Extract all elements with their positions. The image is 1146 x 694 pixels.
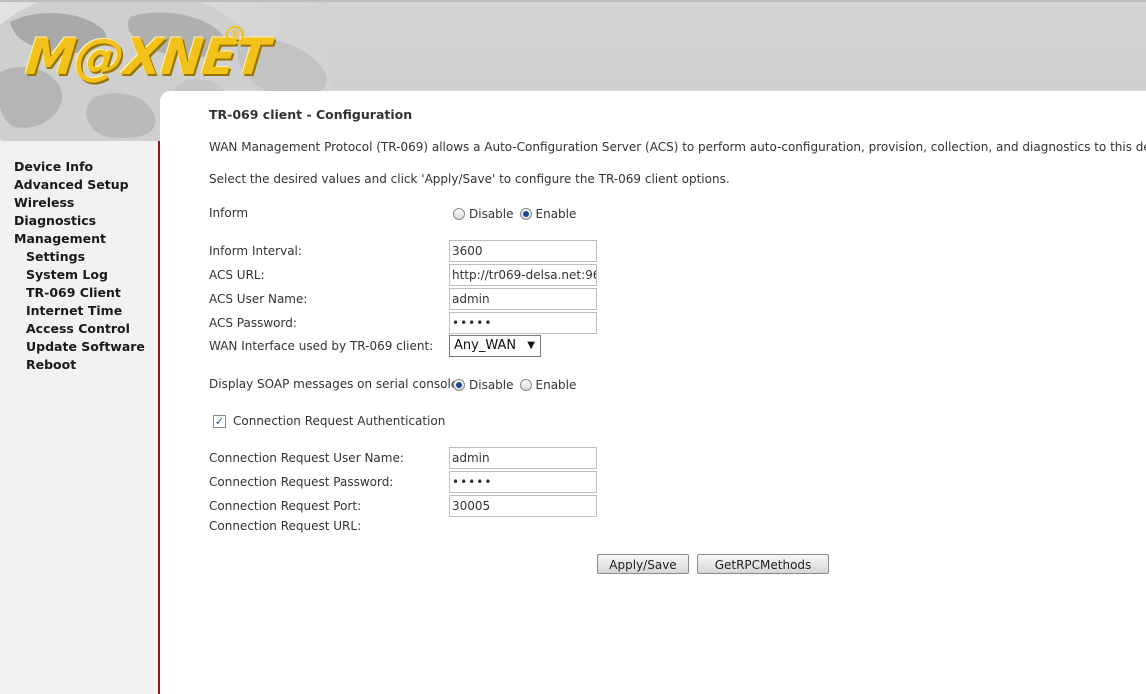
soap-enable-label: Enable [535, 378, 577, 392]
acs-user-label: ACS User Name: [209, 292, 308, 306]
conn-auth-checkbox[interactable]: ✓ [213, 415, 226, 428]
inform-disable-radio[interactable] [453, 208, 465, 220]
conn-password-input[interactable]: ••••• [449, 471, 597, 493]
header: M@XNET ® [0, 0, 1146, 151]
soap-enable-radio[interactable] [519, 379, 532, 391]
inform-interval-input[interactable]: 3600 [449, 240, 597, 262]
sidebar-item-reboot[interactable]: Reboot [0, 356, 145, 374]
wan-interface-label: WAN Interface used by TR-069 client: [209, 339, 434, 353]
sidebar-item-access-control[interactable]: Access Control [0, 320, 145, 338]
conn-url-label: Connection Request URL: [209, 519, 362, 533]
conn-user-label: Connection Request User Name: [209, 451, 404, 465]
sidebar-item-tr069-client[interactable]: TR-069 Client [0, 284, 145, 302]
inform-enable-label: Enable [535, 207, 577, 221]
inform-interval-label: Inform Interval: [209, 244, 302, 258]
sidebar-item-internet-time[interactable]: Internet Time [0, 302, 145, 320]
sidebar-item-system-log[interactable]: System Log [0, 266, 145, 284]
instruction-text: Select the desired values and click 'App… [209, 172, 730, 186]
sidebar-menu: Device Info Advanced Setup Wireless Diag… [0, 158, 145, 374]
soap-disable-radio[interactable] [453, 379, 465, 391]
conn-auth-label: Connection Request Authentication [233, 414, 446, 428]
page-title: TR-069 client - Configuration [209, 107, 413, 122]
sidebar-item-advanced-setup[interactable]: Advanced Setup [0, 176, 145, 194]
chevron-down-icon: ▼ [527, 340, 535, 351]
acs-user-input[interactable]: admin [449, 288, 597, 310]
inform-enable-radio[interactable] [519, 208, 532, 220]
soap-label: Display SOAP messages on serial console [209, 377, 459, 391]
description-text: WAN Management Protocol (TR-069) allows … [209, 140, 1146, 154]
conn-port-input[interactable]: 30005 [449, 495, 597, 517]
sidebar-item-diagnostics[interactable]: Diagnostics [0, 212, 145, 230]
soap-disable-label: Disable [469, 378, 514, 392]
inform-disable-label: Disable [469, 207, 514, 221]
sidebar: Device Info Advanced Setup Wireless Diag… [0, 141, 158, 694]
soap-radio-group: Disable Enable [453, 377, 582, 393]
sidebar-item-settings[interactable]: Settings [0, 248, 145, 266]
sidebar-item-wireless[interactable]: Wireless [0, 194, 145, 212]
conn-password-label: Connection Request Password: [209, 475, 394, 489]
inform-label: Inform [209, 206, 249, 220]
conn-user-input[interactable]: admin [449, 447, 597, 469]
wan-interface-select[interactable]: Any_WAN ▼ [449, 335, 541, 357]
acs-password-input[interactable]: ••••• [449, 312, 597, 334]
acs-password-label: ACS Password: [209, 316, 297, 330]
sidebar-item-management[interactable]: Management [0, 230, 145, 248]
sidebar-item-update-software[interactable]: Update Software [0, 338, 145, 356]
acs-url-input[interactable]: http://tr069-delsa.net:96 [449, 264, 597, 286]
sidebar-divider [158, 141, 160, 694]
wan-interface-value: Any_WAN [454, 338, 517, 353]
inform-radio-group: Disable Enable [453, 206, 582, 222]
conn-port-label: Connection Request Port: [209, 499, 362, 513]
registered-mark-icon: ® [226, 26, 244, 44]
apply-save-button[interactable]: Apply/Save [597, 554, 689, 574]
get-rpc-methods-button[interactable]: GetRPCMethods [697, 554, 829, 574]
acs-url-label: ACS URL: [209, 268, 265, 282]
sidebar-item-device-info[interactable]: Device Info [0, 158, 145, 176]
